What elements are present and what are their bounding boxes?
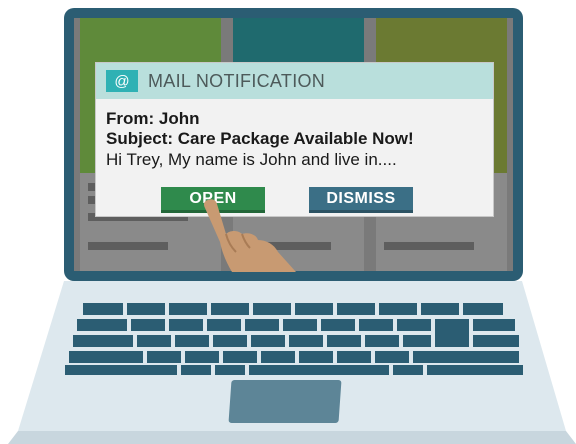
tile-text-line (384, 242, 474, 250)
enter-key (435, 319, 469, 347)
key (185, 351, 219, 363)
message-preview: Hi Trey, My name is John and live in.... (106, 150, 397, 169)
key (215, 365, 245, 375)
key (337, 303, 375, 315)
key (251, 335, 285, 347)
key (289, 335, 323, 347)
keyboard (65, 303, 526, 375)
mail-notification: @ MAIL NOTIFICATION From: John Subject: … (96, 63, 493, 216)
key (359, 319, 393, 331)
key (473, 319, 515, 331)
key (175, 335, 209, 347)
key (379, 303, 417, 315)
key (137, 335, 171, 347)
key (393, 365, 423, 375)
key (213, 335, 247, 347)
key (223, 351, 257, 363)
at-icon: @ (106, 70, 138, 92)
key (321, 319, 355, 331)
key (397, 319, 431, 331)
key (473, 335, 519, 347)
key (365, 335, 399, 347)
notification-body: From: John Subject: Care Package Availab… (96, 99, 493, 170)
spacebar (249, 365, 389, 375)
key (147, 351, 181, 363)
key (207, 319, 241, 331)
notification-title: MAIL NOTIFICATION (148, 70, 326, 91)
dismiss-button[interactable]: DISMISS (309, 187, 413, 213)
key (211, 303, 249, 315)
key (403, 335, 431, 347)
tile-text-line (88, 242, 168, 250)
key (65, 365, 177, 375)
key (181, 365, 211, 375)
subject-line: Subject: Care Package Available Now! (106, 129, 414, 148)
key (73, 335, 133, 347)
key (169, 319, 203, 331)
key (427, 365, 523, 375)
key (77, 319, 127, 331)
laptop-illustration: @ MAIL NOTIFICATION From: John Subject: … (0, 0, 576, 444)
key (413, 351, 519, 363)
key (83, 303, 123, 315)
key (327, 335, 361, 347)
key (127, 303, 165, 315)
key (169, 303, 207, 315)
key (337, 351, 371, 363)
key (131, 319, 165, 331)
pointing-hand-icon (204, 199, 296, 272)
trackpad (228, 380, 342, 423)
key (245, 319, 279, 331)
key (463, 303, 503, 315)
key (375, 351, 409, 363)
key (421, 303, 459, 315)
notification-header: @ MAIL NOTIFICATION (96, 63, 493, 99)
key (261, 351, 295, 363)
from-line: From: John (106, 109, 200, 128)
key (283, 319, 317, 331)
key (69, 351, 143, 363)
key (299, 351, 333, 363)
key (295, 303, 333, 315)
key (253, 303, 291, 315)
